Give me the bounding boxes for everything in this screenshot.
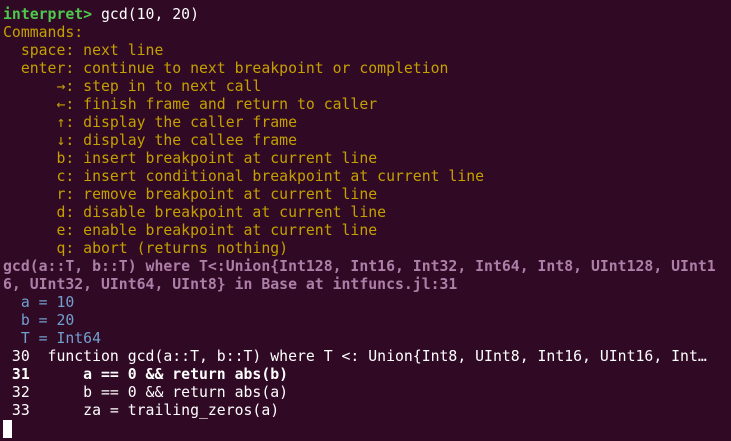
method-signature-line-1: gcd(a::T, b::T) where T<:Union{Int128, I… [3,258,716,275]
help-line-remove: r: remove breakpoint at current line [3,186,378,203]
prompt-line: interpret> gcd(10, 20) [3,6,731,24]
code-line-33: 33 za = trailing_zeros(a) [3,402,280,419]
method-signature-line-2: 6, UInt32, UInt64, UInt8} in Base at int… [3,276,458,293]
code-line-31-current: 31 a == 0 && return abs(b) [3,366,289,383]
code-line-32: 32 b == 0 && return abs(a) [3,384,289,401]
help-line-finish: ←: finish frame and return to caller [3,96,378,113]
help-line-enter: enter: continue to next breakpoint or co… [3,60,449,77]
help-line-step-in: →: step in to next call [3,78,262,95]
help-line-space: space: next line [3,42,164,59]
variable-b: b = 20 [3,312,75,329]
help-line-conditional: c: insert conditional breakpoint at curr… [3,168,485,185]
repl-prompt: interpret> [3,6,93,23]
prompt-input: gcd(10, 20) [92,6,199,23]
terminal-window[interactable]: interpret> gcd(10, 20) Commands: space: … [0,0,731,441]
help-line-enable: e: enable breakpoint at current line [3,222,378,239]
variable-a: a = 10 [3,294,75,311]
code-line-30: 30 function gcd(a::T, b::T) where T <: U… [3,348,707,365]
variable-T: T = Int64 [3,330,101,347]
block-cursor[interactable] [3,420,12,438]
help-line-caller: ↑: display the caller frame [3,114,297,131]
help-title: Commands: [3,24,84,41]
help-line-disable: d: disable breakpoint at current line [3,204,387,221]
help-line-callee: ↓: display the callee frame [3,132,297,149]
help-line-abort: q: abort (returns nothing) [3,240,289,257]
help-line-breakpoint: b: insert breakpoint at current line [3,150,378,167]
